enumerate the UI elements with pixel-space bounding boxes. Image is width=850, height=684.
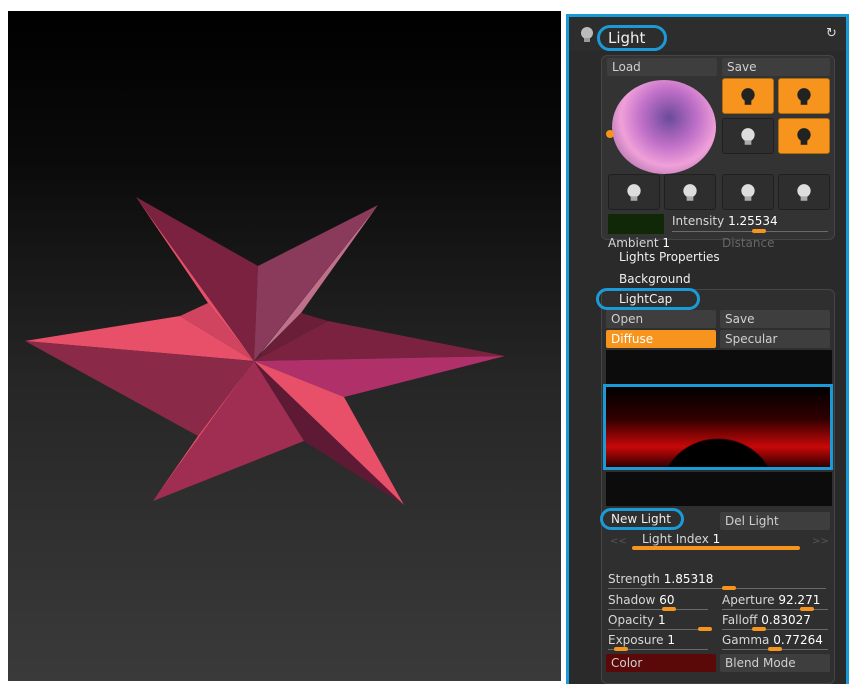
- light-slot-1[interactable]: [722, 78, 774, 114]
- gamma-slider[interactable]: Gamma 0.77264: [722, 633, 823, 647]
- del-light-button[interactable]: Del Light: [720, 512, 830, 530]
- shadow-value: 60: [659, 593, 675, 607]
- opacity-track[interactable]: [608, 629, 708, 630]
- light-position-handle[interactable]: [606, 130, 614, 138]
- shadow-knob[interactable]: [662, 607, 676, 611]
- lightbulb-icon: [581, 27, 593, 42]
- falloff-label: Falloff: [722, 613, 758, 627]
- lightcap-gradient-preview[interactable]: [603, 384, 833, 470]
- light-index-slider[interactable]: Light Index 1: [642, 532, 720, 546]
- intensity-label: Intensity: [672, 214, 725, 228]
- intensity-value: 1.25534: [728, 214, 778, 228]
- strength-value: 1.85318: [663, 572, 714, 586]
- exposure-value: 1: [667, 633, 676, 647]
- reset-icon[interactable]: ↻: [826, 27, 840, 41]
- light-slot-8[interactable]: [778, 174, 830, 210]
- shadow-label: Shadow: [608, 593, 656, 607]
- canvas-viewport[interactable]: [8, 11, 561, 681]
- background-item[interactable]: Background: [619, 271, 691, 287]
- lightbulb-icon: [741, 88, 755, 105]
- lightbulb-icon: [683, 184, 697, 201]
- exposure-knob[interactable]: [614, 647, 628, 651]
- light-slot-7[interactable]: [722, 174, 774, 210]
- intensity-track[interactable]: [672, 231, 828, 232]
- prev-light-arrow[interactable]: <<: [610, 536, 627, 548]
- light-slot-3[interactable]: [722, 118, 774, 154]
- light-index-bar[interactable]: [632, 546, 800, 550]
- lightbulb-icon: [741, 184, 755, 201]
- gamma-knob[interactable]: [768, 647, 782, 651]
- aperture-knob[interactable]: [800, 607, 814, 611]
- lightbulb-icon: [797, 128, 811, 145]
- blend-mode-button[interactable]: Blend Mode: [720, 654, 830, 672]
- lightbulb-icon: [741, 128, 755, 145]
- light-slot-6[interactable]: [664, 174, 716, 210]
- falloff-knob[interactable]: [752, 627, 766, 631]
- light-color-swatch[interactable]: [608, 214, 664, 234]
- lightcap-preview-bottom: [606, 472, 832, 506]
- distance-label: Distance: [722, 236, 775, 250]
- light-sphere-preview[interactable]: [612, 80, 716, 174]
- light-slot-4[interactable]: [778, 118, 830, 154]
- lights-properties-item[interactable]: Lights Properties: [619, 249, 720, 265]
- strength-label: Strength: [608, 572, 660, 586]
- lightcap-subpanel: LightCap Open Save Diffuse Specular New …: [596, 288, 835, 684]
- shadow-slider[interactable]: Shadow 60: [608, 593, 674, 607]
- diffuse-tab[interactable]: Diffuse: [606, 330, 716, 348]
- open-button[interactable]: Open: [606, 310, 716, 328]
- falloff-track[interactable]: [722, 629, 828, 630]
- light-index-value: 1: [712, 532, 721, 546]
- aperture-label: Aperture: [722, 593, 775, 607]
- light-subpanel: Load Save Intensity 1.25534 Ambient 1 Di…: [601, 55, 835, 250]
- shadow-track[interactable]: [608, 609, 708, 610]
- light-palette-header[interactable]: Light ↻: [569, 17, 846, 51]
- lightcap-title[interactable]: LightCap: [596, 288, 700, 310]
- load-button[interactable]: Load: [607, 58, 717, 76]
- lightbulb-icon: [627, 184, 641, 201]
- strength-slider[interactable]: Strength 1.85318: [608, 572, 713, 586]
- star-model[interactable]: [8, 11, 561, 681]
- strength-knob[interactable]: [722, 586, 736, 590]
- falloff-value: 0.83027: [761, 613, 811, 627]
- aperture-slider[interactable]: Aperture 92.271: [722, 593, 820, 607]
- intensity-slider[interactable]: Intensity 1.25534: [672, 214, 778, 228]
- opacity-knob[interactable]: [698, 627, 712, 631]
- opacity-slider[interactable]: Opacity 1: [608, 613, 666, 627]
- light-slot-2[interactable]: [778, 78, 830, 114]
- color-button[interactable]: Color: [606, 654, 716, 672]
- lightbulb-icon: [797, 184, 811, 201]
- new-light-button[interactable]: New Light: [600, 508, 684, 530]
- star-mesh: [25, 197, 505, 505]
- lightcap-preview-top: [606, 350, 832, 384]
- distance-slider[interactable]: Distance: [722, 236, 774, 250]
- falloff-slider[interactable]: Falloff 0.83027: [722, 613, 811, 627]
- specular-tab[interactable]: Specular: [720, 330, 830, 348]
- ambient-slider[interactable]: Ambient 1: [608, 236, 670, 250]
- aperture-value: 92.271: [778, 593, 821, 607]
- palette-title[interactable]: Light: [597, 25, 667, 51]
- gamma-label: Gamma: [722, 633, 770, 647]
- intensity-knob[interactable]: [752, 229, 766, 233]
- light-palette: Light ↻ Load Save Intensity 1.25534 Ambi…: [566, 14, 849, 684]
- strength-track[interactable]: [608, 588, 826, 589]
- lightbulb-icon: [797, 88, 811, 105]
- ambient-label: Ambient: [608, 236, 659, 250]
- opacity-value: 1: [657, 613, 666, 627]
- light-slot-5[interactable]: [608, 174, 660, 210]
- exposure-label: Exposure: [608, 633, 664, 647]
- gamma-value: 0.77264: [773, 633, 823, 647]
- ambient-value: 1: [662, 236, 671, 250]
- opacity-label: Opacity: [608, 613, 655, 627]
- save-button[interactable]: Save: [722, 58, 830, 76]
- next-light-arrow[interactable]: >>: [812, 536, 829, 548]
- exposure-slider[interactable]: Exposure 1: [608, 633, 675, 647]
- light-index-label: Light Index: [642, 532, 709, 546]
- lightcap-save-button[interactable]: Save: [720, 310, 830, 328]
